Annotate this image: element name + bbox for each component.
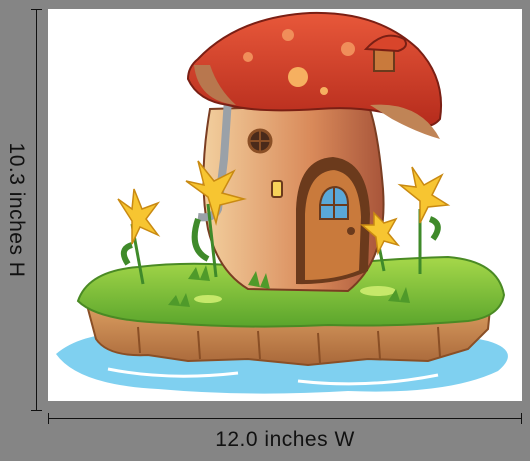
height-dimension-tick-bottom [31,410,42,411]
width-dimension-line [48,418,522,419]
height-dimension-line [36,9,37,410]
height-dimension-tick-top [31,9,42,10]
front-door [296,157,370,285]
width-dimension-label: 12.0 inches W [215,428,355,451]
width-dimension-tick-right [521,413,522,424]
mushroom-house-illustration [56,11,508,394]
height-dimension-label: 10.3 inches H [5,142,28,278]
width-dimension-tick-left [48,413,49,424]
round-window [247,128,273,154]
wall-lantern [271,180,283,198]
